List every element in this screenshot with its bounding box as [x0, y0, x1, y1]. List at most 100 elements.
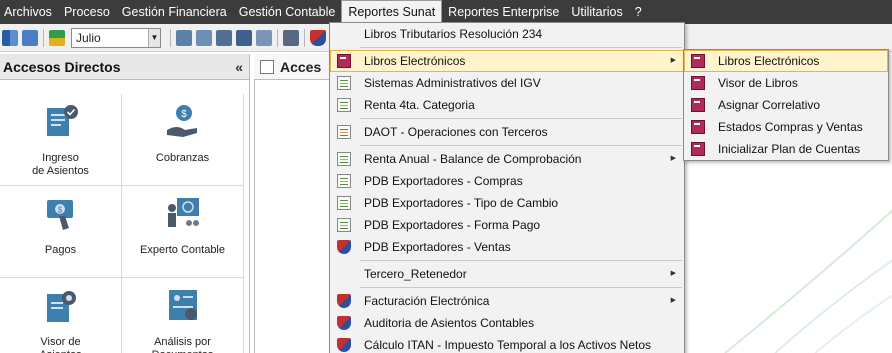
calculator-icon[interactable] — [283, 29, 299, 46]
menu-gestion-contable[interactable]: Gestión Contable — [233, 0, 342, 24]
tile-experto-contable[interactable]: Experto Contable — [122, 186, 244, 278]
menu-reportes-sunat[interactable]: Reportes Sunat — [341, 0, 443, 24]
shield-icon[interactable] — [310, 29, 326, 46]
menu-item-pdb-exportadores-tipo-de-cambio[interactable]: PDB Exportadores - Tipo de Cambio — [330, 192, 684, 214]
menu-item-pdb-exportadores-compras[interactable]: PDB Exportadores - Compras — [330, 170, 684, 192]
menu-item-label: Visor de Libros — [718, 76, 798, 90]
tile-pagos[interactable]: $ Pagos — [0, 186, 122, 278]
transfer-icon[interactable] — [216, 29, 232, 46]
book-icon — [337, 54, 351, 68]
menu-item-label: PDB Exportadores - Tipo de Cambio — [364, 196, 559, 210]
coins-hand-icon: $ — [167, 105, 197, 137]
shortcuts-header: Accesos Directos « — [0, 54, 249, 80]
menu-item-label: Cálculo ITAN - Impuesto Temporal a los A… — [364, 338, 652, 352]
menu-item-renta-anual-balance-de-comprobacion[interactable]: Renta Anual - Balance de Comprobación — [330, 148, 684, 170]
users-icon[interactable] — [2, 29, 18, 46]
document-icon — [337, 174, 351, 188]
entry-viewer-icon — [47, 291, 76, 322]
menu-item-tercero-retenedor[interactable]: Tercero_Retenedor — [330, 263, 684, 285]
document-icon — [337, 125, 351, 139]
book-icon — [691, 76, 705, 90]
menu-item-estados-compras-y-ventas[interactable]: Estados Compras y Ventas — [684, 116, 888, 138]
menu-item-label: Asignar Correlativo — [718, 98, 821, 112]
payment-icon: $ — [47, 200, 73, 230]
shortcuts-panel: Accesos Directos « Ingreso de Asientos $… — [0, 54, 250, 353]
toolbar-separator — [277, 28, 278, 47]
expert-icon — [168, 198, 199, 227]
menu-item-label: Libros Electrónicos — [718, 54, 820, 68]
menu-item-libros-tributarios-resolucion-234[interactable]: Libros Tributarios Resolución 234 — [330, 23, 684, 45]
menu-item-label: Auditoria de Asientos Contables — [364, 316, 535, 330]
main-panel-header: Acces — [254, 54, 334, 80]
document-icon — [337, 196, 351, 210]
shield-icon — [337, 240, 351, 254]
tile-analisis-documentos[interactable]: Análisis por Documentos — [122, 278, 244, 353]
tile-cobranzas[interactable]: $ Cobranzas — [122, 94, 244, 186]
menu-bar: Archivos Proceso Gestión Financiera Gest… — [0, 0, 892, 24]
menu-utilitarios[interactable]: Utilitarios — [565, 0, 628, 24]
tile-label: Cobranzas — [155, 152, 210, 164]
menu-item-label: Tercero_Retenedor — [364, 267, 467, 281]
month-select[interactable]: Julio ▼ — [71, 27, 161, 48]
svg-text:$: $ — [181, 109, 187, 120]
menu-item-label: Inicializar Plan de Cuentas — [718, 142, 861, 156]
menu-gestion-financiera[interactable]: Gestión Financiera — [116, 0, 233, 24]
menu-item-facturacion-electronica[interactable]: Facturación Electrónica — [330, 290, 684, 312]
tile-label: Pagos — [44, 244, 77, 256]
collapse-panel-icon[interactable]: « — [235, 59, 243, 75]
tile-label: Ingreso de Asientos — [32, 152, 89, 177]
menu-item-label: Estados Compras y Ventas — [718, 120, 863, 134]
flag-icon[interactable] — [49, 29, 65, 46]
menu-item-auditoria-de-asientos-contables[interactable]: Auditoria de Asientos Contables — [330, 312, 684, 334]
menu-item-renta-4ta-categoria[interactable]: Renta 4ta. Categoria — [330, 94, 684, 116]
document-analysis-icon — [169, 290, 197, 320]
book-icon — [691, 142, 705, 156]
libros-electronicos-submenu: Libros Electrónicos Visor de Libros Asigna… — [683, 49, 889, 161]
menu-item-label: DAOT - Operaciones con Terceros — [364, 125, 548, 139]
book-icon — [691, 98, 705, 112]
edit-icon[interactable] — [260, 59, 274, 74]
menu-separator — [360, 118, 682, 119]
menu-item-label: Libros Tributarios Resolución 234 — [364, 27, 543, 41]
toolbar-separator — [304, 28, 305, 47]
tile-label: Experto Contable — [140, 244, 225, 256]
folder-icon[interactable] — [236, 29, 252, 46]
journal-entry-icon — [47, 105, 78, 136]
building-icon[interactable] — [22, 29, 38, 46]
menu-item-libros-electronicos[interactable]: Libros Electrónicos — [330, 50, 684, 72]
menu-item-label: PDB Exportadores - Forma Pago — [364, 218, 541, 232]
shield-icon — [337, 316, 351, 330]
reportes-sunat-menu: Libros Tributarios Resolución 234 Libros … — [329, 22, 685, 353]
svg-text:$: $ — [58, 206, 63, 215]
menu-item-calculo-itan-impuesto-temporal-a-los-activos-netos[interactable]: Cálculo ITAN - Impuesto Temporal a los A… — [330, 334, 684, 353]
menu-separator — [360, 47, 682, 48]
menu-item-inicializar-plan-de-cuentas[interactable]: Inicializar Plan de Cuentas — [684, 138, 888, 160]
menu-proceso[interactable]: Proceso — [58, 0, 116, 24]
menu-item-label: Renta Anual - Balance de Comprobación — [364, 152, 582, 166]
menu-item-visor-de-libros[interactable]: Visor de Libros — [684, 72, 888, 94]
data-icon[interactable] — [256, 29, 272, 46]
shortcuts-title: Accesos Directos — [3, 58, 121, 75]
tile-label: Análisis por Documentos — [152, 336, 214, 353]
document-icon — [337, 218, 351, 232]
tile-visor-asientos[interactable]: Visor de Asientos — [0, 278, 122, 353]
menu-item-label: PDB Exportadores - Compras — [364, 174, 523, 188]
menu-item-libros-electronicos[interactable]: Libros Electrónicos — [684, 50, 888, 72]
tile-ingreso-asientos[interactable]: Ingreso de Asientos — [0, 94, 122, 186]
menu-item-sistemas-administrativos-del-igv[interactable]: Sistemas Administrativos del IGV — [330, 72, 684, 94]
menu-item-label: Renta 4ta. Categoria — [364, 98, 475, 112]
menu-item-pdb-exportadores-forma-pago[interactable]: PDB Exportadores - Forma Pago — [330, 214, 684, 236]
chevron-down-icon[interactable]: ▼ — [148, 28, 160, 47]
menu-archivos[interactable]: Archivos — [0, 0, 58, 24]
menu-separator — [360, 287, 682, 288]
menu-item-daot-operaciones-con-terceros[interactable]: DAOT - Operaciones con Terceros — [330, 121, 684, 143]
menu-help[interactable]: ? — [629, 0, 648, 24]
menu-reportes-enterprise[interactable]: Reportes Enterprise — [442, 0, 565, 24]
menu-item-pdb-exportadores-ventas[interactable]: PDB Exportadores - Ventas — [330, 236, 684, 258]
menu-item-asignar-correlativo[interactable]: Asignar Correlativo — [684, 94, 888, 116]
report-icon[interactable] — [196, 29, 212, 46]
shield-icon — [337, 338, 351, 352]
menu-item-label: Sistemas Administrativos del IGV — [364, 76, 541, 90]
ledger-icon[interactable] — [176, 29, 192, 46]
document-icon — [337, 76, 351, 90]
